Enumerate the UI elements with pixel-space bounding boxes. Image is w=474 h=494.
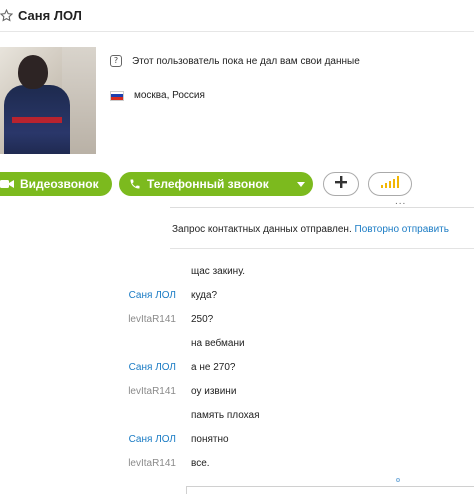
plus-icon — [335, 175, 347, 193]
divider — [170, 248, 474, 249]
message-row: на вебмани — [0, 334, 474, 358]
notice-text: Запрос контактных данных отправлен. — [172, 224, 355, 235]
phone-call-label: Телефонный звонок — [147, 177, 269, 191]
privacy-notice-text: Этот пользователь пока не дал вам свои д… — [132, 55, 360, 67]
video-call-button[interactable]: Видеозвонок — [0, 172, 112, 196]
message-sender[interactable]: Саня ЛОЛ — [129, 434, 176, 445]
russia-flag-icon — [110, 90, 124, 101]
message-row: Саня ЛОЛ понятно — [0, 430, 474, 454]
divider — [170, 207, 474, 208]
message-text: а не 270? — [191, 362, 236, 373]
location-text: москва, Россия — [134, 90, 205, 101]
message-sender[interactable]: Саня ЛОЛ — [129, 362, 176, 373]
message-row: levItaR141 оу извини — [0, 382, 474, 406]
message-text: куда? — [191, 290, 218, 301]
message-row: Саня ЛОЛ куда? — [0, 286, 474, 310]
message-text: на вебмани — [191, 338, 245, 349]
message-row: levItaR141 все. — [0, 454, 474, 478]
resend-link[interactable]: Повторно отправить — [355, 224, 449, 235]
signal-bars-icon — [380, 175, 400, 193]
message-row: levItaR141 250? — [0, 310, 474, 334]
message-sender[interactable]: levItaR141 — [128, 386, 176, 397]
message-text: память плохая — [191, 410, 260, 421]
avatar[interactable] — [0, 47, 96, 154]
question-icon: ? — [110, 55, 122, 67]
more-options[interactable]: ... — [395, 196, 406, 207]
message-sender[interactable]: Саня ЛОЛ — [129, 290, 176, 301]
privacy-notice-row: ? Этот пользователь пока не дал вам свои… — [110, 55, 360, 67]
message-row: Саня ЛОЛ а не 270? — [0, 358, 474, 382]
conversation-window: Саня ЛОЛ ? Этот пользователь пока не дал… — [0, 0, 474, 494]
contact-name: Саня ЛОЛ — [18, 8, 82, 23]
avatar-figure-stripe — [12, 117, 62, 123]
call-quality-button[interactable] — [368, 172, 412, 196]
video-call-label: Видеозвонок — [20, 177, 99, 191]
message-list: щас закину. Саня ЛОЛ куда? levItaR141 250? на… — [0, 262, 474, 478]
add-button[interactable] — [323, 172, 359, 196]
message-text: все. — [191, 458, 210, 469]
phone-call-button[interactable]: Телефонный звонок — [119, 172, 313, 196]
location-row: москва, Россия — [110, 90, 205, 101]
message-input[interactable] — [186, 486, 474, 494]
message-row: щас закину. — [0, 262, 474, 286]
phone-icon — [129, 178, 141, 190]
typing-indicator-icon — [396, 478, 400, 482]
avatar-figure-head — [18, 55, 48, 89]
message-text: 250? — [191, 314, 214, 325]
contact-request-notice: Запрос контактных данных отправлен. Повт… — [172, 224, 474, 235]
message-sender[interactable]: levItaR141 — [128, 314, 176, 325]
call-actions: Видеозвонок Телефонный звонок — [0, 172, 474, 196]
message-row: память плохая — [0, 406, 474, 430]
video-camera-icon — [0, 179, 14, 189]
message-sender[interactable]: levItaR141 — [128, 458, 176, 469]
conversation-header: Саня ЛОЛ — [0, 0, 474, 32]
star-icon[interactable] — [0, 9, 14, 23]
chevron-down-icon[interactable] — [297, 182, 305, 187]
message-text: щас закину. — [191, 266, 245, 277]
message-text: понятно — [191, 434, 229, 445]
message-text: оу извини — [191, 386, 237, 397]
